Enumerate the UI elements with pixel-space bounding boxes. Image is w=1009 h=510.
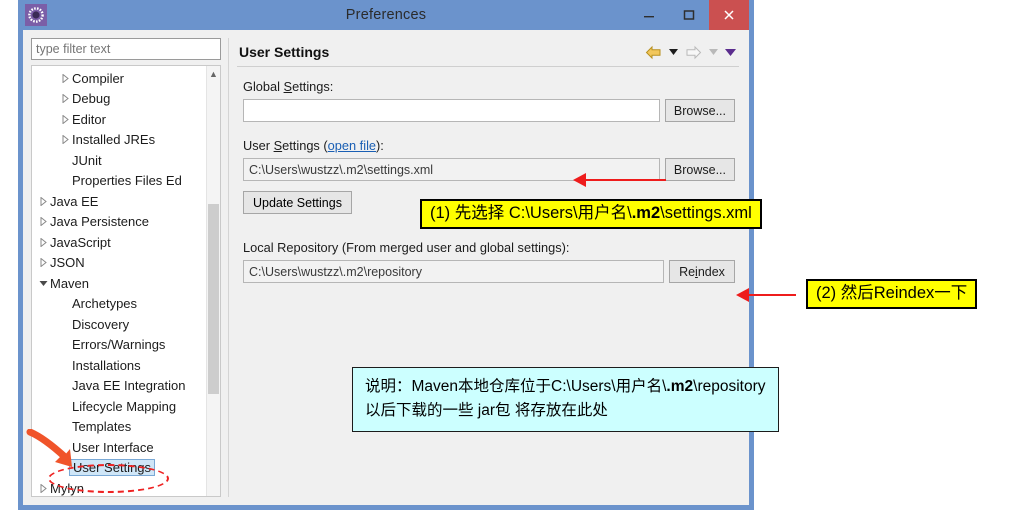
sidebar-item-label: Properties Files Ed — [72, 173, 182, 189]
back-arrow-icon[interactable] — [643, 42, 663, 62]
global-settings-input[interactable] — [243, 99, 660, 122]
sidebar-item-label: User Interface — [72, 439, 154, 455]
sidebar-item-label: JSON — [50, 255, 85, 271]
forward-arrow-icon[interactable] — [683, 42, 703, 62]
sidebar-item-java-ee[interactable]: Java EE — [32, 191, 206, 212]
chevron-right-icon[interactable] — [36, 217, 50, 227]
maximize-button[interactable] — [669, 0, 709, 30]
filter-input[interactable] — [31, 38, 221, 60]
view-menu-chevron-down-icon[interactable] — [723, 42, 737, 62]
chevron-right-icon[interactable] — [36, 196, 50, 206]
global-settings-row: Browse... — [243, 99, 735, 122]
chevron-right-icon[interactable] — [36, 483, 50, 493]
mnemonic-key: S — [273, 138, 283, 153]
sidebar-item-properties-files-ed[interactable]: Properties Files Ed — [32, 171, 206, 192]
sidebar-item-label: Editor — [72, 111, 106, 127]
sidebar-item-label: Errors/Warnings — [72, 337, 166, 353]
sidebar-item-label: Lifecycle Mapping — [72, 398, 177, 414]
global-settings-label: Global Settings: — [243, 79, 334, 94]
sidebar-item-junit[interactable]: JUnit — [32, 150, 206, 171]
sidebar-item-debug[interactable]: Debug — [32, 89, 206, 110]
open-file-link[interactable]: open file — [328, 138, 376, 153]
tree-scrollbar[interactable]: ▲ — [206, 66, 220, 496]
minimize-button[interactable] — [629, 0, 669, 30]
user-settings-label: User Settings (open file): — [243, 138, 384, 153]
screenshot-root: Preferences Comp — [0, 0, 1009, 510]
sidebar-item-discovery[interactable]: Discovery — [32, 314, 206, 335]
scrollbar-thumb[interactable] — [208, 204, 219, 394]
title-bar: Preferences — [23, 0, 749, 30]
annotation-arrow-line-2 — [748, 293, 796, 296]
sidebar-item-label: Compiler — [72, 70, 125, 86]
navigation-icons — [643, 42, 737, 62]
dialog-body: Compiler Debug Editor Installed JREs JUnit Pr… — [23, 30, 749, 505]
chevron-right-icon[interactable] — [58, 73, 72, 83]
annotation-note: 说明：Maven本地仓库位于C:\Users\用户名\.m2\repositor… — [352, 367, 779, 433]
annotation-fat-arrow — [26, 428, 78, 474]
sidebar-item-label: JUnit — [72, 152, 102, 168]
mnemonic-key: S — [283, 79, 293, 94]
window-controls — [629, 0, 749, 30]
preferences-dialog: Preferences Comp — [18, 0, 754, 510]
gear-icon — [25, 4, 47, 26]
sidebar-item-label: Installed JREs — [72, 132, 156, 148]
user-browse-button[interactable]: Browse... — [664, 158, 735, 181]
sidebar-item-installed-jres[interactable]: Installed JREs — [32, 130, 206, 151]
close-button[interactable] — [709, 0, 749, 30]
local-repository-row: Reindex — [243, 260, 735, 283]
local-repository-input[interactable] — [243, 260, 664, 283]
chevron-right-icon[interactable] — [58, 94, 72, 104]
scroll-up-icon[interactable]: ▲ — [207, 66, 220, 81]
annotation-step2: (2) 然后Reindex一下 — [806, 279, 978, 310]
sidebar-item-maven[interactable]: Maven — [32, 273, 206, 294]
chevron-down-icon[interactable] — [36, 280, 50, 287]
sidebar-item-label: Debug — [72, 91, 111, 107]
note-line-2: 以后下载的一些 jar包 将存放在此处 — [365, 402, 608, 420]
chevron-right-icon[interactable] — [36, 237, 50, 247]
annotation-arrow-line-1 — [586, 178, 666, 181]
chevron-right-icon[interactable] — [36, 258, 50, 268]
sidebar-item-java-persistence[interactable]: Java Persistence — [32, 212, 206, 233]
back-chevron-down-icon[interactable] — [666, 42, 680, 62]
sidebar-item-label: Maven — [50, 275, 90, 291]
note-line-1: 说明：Maven本地仓库位于C:\Users\用户名\.m2\repositor… — [365, 378, 766, 395]
sidebar-item-json[interactable]: JSON — [32, 253, 206, 274]
global-browse-button[interactable]: Browse... — [664, 99, 735, 122]
sidebar-item-label: Discovery — [72, 316, 130, 332]
sidebar-item-lifecycle-mapping[interactable]: Lifecycle Mapping — [32, 396, 206, 417]
annotation-arrow-head-1 — [573, 173, 586, 187]
annotation-arrow-head-2 — [736, 288, 749, 302]
sidebar-item-installations[interactable]: Installations — [32, 355, 206, 376]
annotation-step1: (1) 先选择 C:\Users\用户名\.m2\settings.xml — [420, 199, 762, 230]
sidebar-item-compiler[interactable]: Compiler — [32, 68, 206, 89]
chevron-right-icon[interactable] — [58, 135, 72, 145]
page-title: User Settings — [239, 44, 330, 60]
local-repository-label: Local Repository (From merged user and g… — [243, 240, 570, 255]
sidebar-item-label: Java EE — [50, 193, 99, 209]
sidebar-item-label: JavaScript — [50, 234, 111, 250]
sidebar-item-label: Java Persistence — [50, 214, 149, 230]
sidebar-item-editor[interactable]: Editor — [32, 109, 206, 130]
sidebar-item-errors-warnings[interactable]: Errors/Warnings — [32, 335, 206, 356]
sidebar-item-java-ee-integration[interactable]: Java EE Integration — [32, 376, 206, 397]
sidebar-item-label: Templates — [72, 419, 132, 435]
sidebar-item-label: Archetypes — [72, 296, 138, 312]
sidebar-item-archetypes[interactable]: Archetypes — [32, 294, 206, 315]
sidebar-item-javascript[interactable]: JavaScript — [32, 232, 206, 253]
reindex-button[interactable]: Reindex — [669, 260, 735, 283]
chevron-right-icon[interactable] — [58, 114, 72, 124]
settings-form: Global Settings: Browse... User Settings… — [237, 67, 741, 497]
page-header: User Settings — [237, 38, 741, 66]
forward-chevron-down-icon[interactable] — [706, 42, 720, 62]
update-settings-button[interactable]: Update Settings — [243, 191, 352, 214]
sidebar-item-label: Installations — [72, 357, 141, 373]
sidebar-item-label: Java EE Integration — [72, 378, 186, 394]
